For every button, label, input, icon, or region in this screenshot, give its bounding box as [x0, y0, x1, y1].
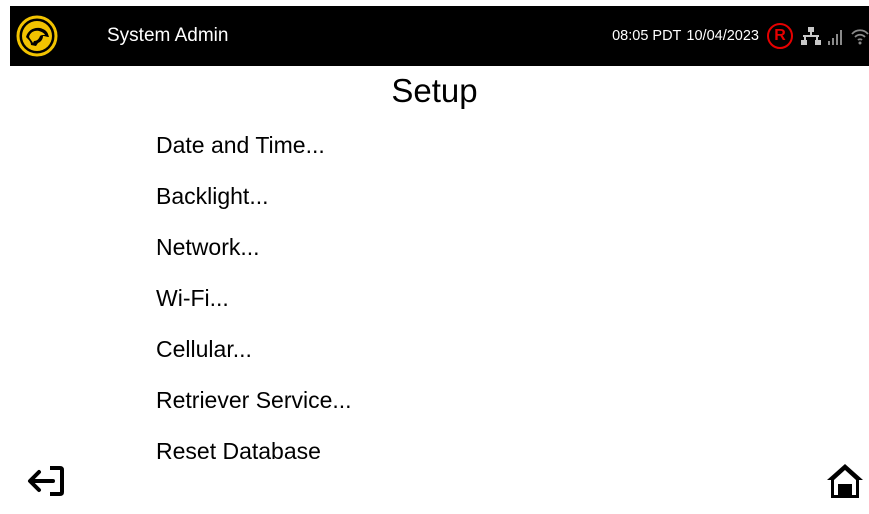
- retriever-logo-icon: [16, 15, 58, 57]
- setup-menu: Date and Time... Backlight... Network...…: [156, 127, 352, 484]
- clock-date: 10/04/2023: [686, 28, 759, 44]
- setup-screen: System Admin 08:05 PDT 10/04/2023 R Setu…: [0, 0, 869, 514]
- network-icon: [801, 27, 821, 45]
- menu-item-reset-database[interactable]: Reset Database: [156, 433, 352, 484]
- menu-item-date-and-time[interactable]: Date and Time...: [156, 127, 352, 178]
- menu-item-network[interactable]: Network...: [156, 229, 352, 280]
- retriever-status-badge: R: [767, 23, 793, 49]
- page-title: Setup: [391, 72, 478, 109]
- home-button[interactable]: [826, 462, 864, 500]
- home-icon: [827, 464, 863, 498]
- status-bar: System Admin 08:05 PDT 10/04/2023 R: [10, 6, 869, 66]
- cellular-signal-icon: [828, 30, 842, 45]
- menu-item-retriever-service[interactable]: Retriever Service...: [156, 382, 352, 433]
- menu-item-backlight[interactable]: Backlight...: [156, 178, 352, 229]
- clock-time: 08:05 PDT: [612, 28, 682, 44]
- logout-icon: [28, 466, 64, 496]
- menu-item-wifi[interactable]: Wi-Fi...: [156, 280, 352, 331]
- menu-item-cellular[interactable]: Cellular...: [156, 331, 352, 382]
- logout-button[interactable]: [26, 463, 66, 499]
- wifi-icon: [851, 29, 869, 45]
- status-indicators: 08:05 PDT 10/04/2023 R: [612, 6, 869, 66]
- user-label: System Admin: [107, 25, 229, 46]
